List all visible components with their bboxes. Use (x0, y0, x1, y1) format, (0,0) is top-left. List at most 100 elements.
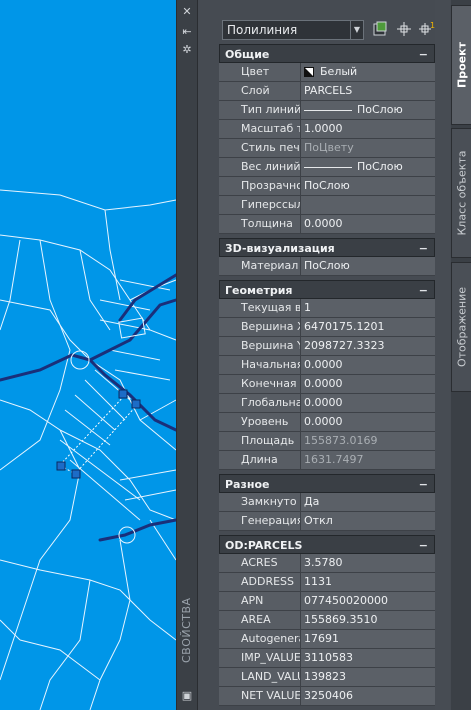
property-row[interactable]: Генерация т...Откл (219, 512, 435, 531)
property-row[interactable]: Цвет Белый (219, 63, 435, 82)
collapse-icon[interactable]: − (419, 475, 428, 494)
chevron-down-icon[interactable]: ▼ (350, 21, 363, 39)
property-value-text: ПоСлою (304, 179, 350, 192)
property-value[interactable]: PARCELS (301, 82, 435, 100)
property-row[interactable]: Вес линий ПоСлою (219, 158, 435, 177)
property-row[interactable]: NET VALUE 3250406 (219, 687, 435, 706)
section-header[interactable]: Общие − (219, 44, 435, 63)
property-value[interactable]: ПоСлою (301, 177, 435, 195)
property-row[interactable]: Замкнуто Да (219, 493, 435, 512)
property-value-text: 1.0000 (304, 122, 343, 135)
property-row[interactable]: Слой PARCELS (219, 82, 435, 101)
property-value-text: ПоЦвету (304, 141, 354, 154)
property-name: Слой (219, 82, 301, 100)
section-header[interactable]: OD:PARCELS − (219, 535, 435, 554)
property-value[interactable]: Откл (301, 512, 435, 530)
properties-grid: Общие − Цвет Белый Слой PARCELS Тип линий ПоСло… (219, 44, 435, 710)
property-value[interactable]: 0.0000 (301, 215, 435, 233)
property-name: APN (219, 592, 301, 610)
property-value[interactable]: 0.0000 (301, 356, 435, 374)
property-row[interactable]: Гиперссылка (219, 196, 435, 215)
property-value[interactable]: ПоСлою (301, 101, 435, 119)
linetype-preview-icon (304, 166, 352, 168)
property-row[interactable]: Длина 1631.7497 (219, 451, 435, 470)
property-value[interactable]: 3110583 (301, 649, 435, 667)
property-value[interactable]: 3.5780 (301, 554, 435, 572)
property-row[interactable]: Прозрачнос...ПоСлою (219, 177, 435, 196)
property-value-text: Откл (304, 514, 333, 527)
property-name: Генерация т... (219, 512, 301, 530)
property-row[interactable]: ADDRESS 1131 (219, 573, 435, 592)
property-row[interactable]: AREA 155869.3510 (219, 611, 435, 630)
scrollbar[interactable] (435, 0, 450, 710)
tab[interactable]: Отображение (451, 262, 471, 392)
property-row[interactable]: Вершина Y 2098727.3323 (219, 337, 435, 356)
property-value[interactable]: 3250406 (301, 687, 435, 705)
property-row[interactable]: APN 077450020000 (219, 592, 435, 611)
tab[interactable]: Класс объекта (451, 128, 471, 258)
property-value[interactable]: 139823 (301, 668, 435, 686)
property-value-text: 0.0000 (304, 377, 343, 390)
property-value[interactable]: 17691 (301, 630, 435, 648)
property-value-text: 155869.3510 (304, 613, 378, 626)
property-value[interactable]: 155869.3510 (301, 611, 435, 629)
property-value[interactable]: ПоСлою (301, 158, 435, 176)
collapse-icon[interactable]: − (419, 45, 428, 64)
palette-menu-icon[interactable]: ▣ (181, 690, 193, 702)
property-name: LAND_VALUE (219, 668, 301, 686)
property-value[interactable] (301, 196, 435, 214)
property-row[interactable]: Тип линий ПоСлою (219, 101, 435, 120)
property-row[interactable]: Начальная ...0.0000 (219, 356, 435, 375)
palette-title-bar[interactable]: ✕ ⇤ ✲ СВОЙСТВА ▣ (177, 0, 198, 710)
property-value[interactable]: 0.0000 (301, 394, 435, 412)
property-name: Текущая ве... (219, 299, 301, 317)
property-row[interactable]: Глобальная...0.0000 (219, 394, 435, 413)
property-row[interactable]: Вершина X 6470175.1201 (219, 318, 435, 337)
pin-icon[interactable]: ⇤ (181, 26, 193, 38)
quick-select-icon[interactable] (371, 20, 389, 38)
close-icon[interactable]: ✕ (181, 6, 193, 18)
collapse-icon[interactable]: − (419, 239, 428, 258)
palette-title: СВОЙСТВА (180, 597, 193, 663)
section-header[interactable]: Геометрия − (219, 280, 435, 299)
collapse-icon[interactable]: − (419, 281, 428, 300)
property-row[interactable]: Материал ПоСлою (219, 257, 435, 276)
property-row[interactable]: Толщина 0.0000 (219, 215, 435, 234)
property-value[interactable]: 1131 (301, 573, 435, 591)
property-row[interactable]: Площадь 155873.0169 (219, 432, 435, 451)
property-row[interactable]: Уровень 0.0000 (219, 413, 435, 432)
property-value[interactable]: 6470175.1201 (301, 318, 435, 336)
property-value[interactable]: 2098727.3323 (301, 337, 435, 355)
property-name: Вершина Y (219, 337, 301, 355)
select-objects-icon[interactable] (395, 20, 413, 38)
property-row[interactable]: Масштаб ти...1.0000 (219, 120, 435, 139)
section-title: Разное (225, 478, 270, 491)
property-row[interactable]: Текущая ве...1 (219, 299, 435, 318)
property-value[interactable]: Да (301, 493, 435, 511)
section-header[interactable]: Разное − (219, 474, 435, 493)
toggle-pickadd-icon[interactable]: 1 (418, 20, 436, 38)
property-value[interactable]: 077450020000 (301, 592, 435, 610)
collapse-icon[interactable]: − (419, 536, 428, 555)
property-row[interactable]: Стиль печатиПоЦвету (219, 139, 435, 158)
property-name: Гиперссылка (219, 196, 301, 214)
property-name: Autogenerat... (219, 630, 301, 648)
palette-tabs: Проект Класс объекта Отображение (451, 0, 471, 710)
property-row[interactable]: IMP_VALUE 3110583 (219, 649, 435, 668)
property-value-text: 1 (304, 301, 311, 314)
property-value[interactable]: 0.0000 (301, 413, 435, 431)
property-value[interactable]: 0.0000 (301, 375, 435, 393)
property-value[interactable]: Белый (301, 63, 435, 81)
property-row[interactable]: Autogenerat...17691 (219, 630, 435, 649)
property-value[interactable]: 1.0000 (301, 120, 435, 138)
property-value[interactable]: 1 (301, 299, 435, 317)
object-type-dropdown[interactable]: Полилиния ▼ (222, 20, 364, 40)
property-value-text: ПоСлою (357, 160, 403, 173)
property-row[interactable]: LAND_VALUE139823 (219, 668, 435, 687)
tab[interactable]: Проект (451, 5, 471, 125)
section-header[interactable]: 3D-визуализация − (219, 238, 435, 257)
settings-icon[interactable]: ✲ (181, 44, 193, 56)
property-row[interactable]: Конечная ш...0.0000 (219, 375, 435, 394)
property-value[interactable]: ПоСлою (301, 257, 435, 275)
property-row[interactable]: ACRES 3.5780 (219, 554, 435, 573)
